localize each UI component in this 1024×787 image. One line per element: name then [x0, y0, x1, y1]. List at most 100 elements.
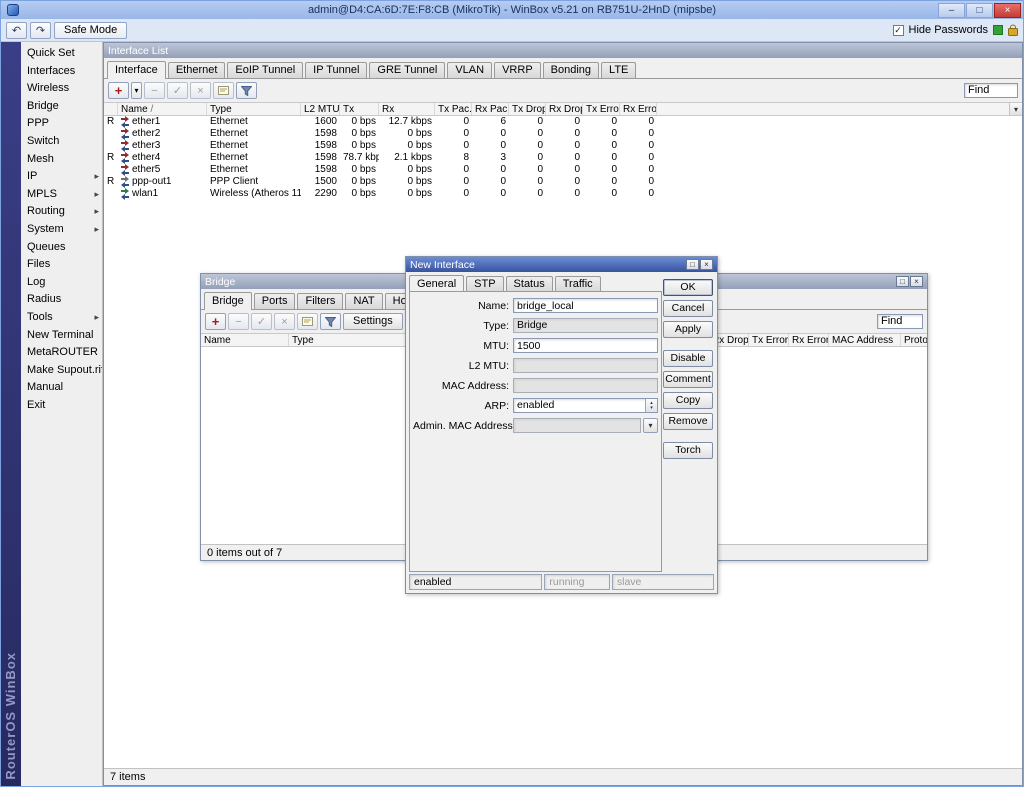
column-tx-packets[interactable]: Tx Pac... — [435, 103, 472, 115]
tab-vrrp[interactable]: VRRP — [494, 62, 541, 78]
sidebar-item-mesh[interactable]: Mesh — [21, 151, 102, 169]
tab-status[interactable]: Status — [506, 276, 553, 292]
comment-button[interactable] — [213, 82, 234, 99]
bridge-close-button[interactable]: × — [910, 276, 923, 287]
column-mac-address[interactable]: MAC Address — [829, 334, 901, 346]
tab-lte[interactable]: LTE — [601, 62, 636, 78]
cancel-button[interactable]: Cancel — [663, 300, 713, 317]
minimize-button[interactable]: – — [938, 3, 965, 18]
torch-button[interactable]: Torch — [663, 442, 713, 459]
sidebar-item-quick-set[interactable]: Quick Set — [21, 45, 102, 63]
table-row[interactable]: wlan1 Wireless (Atheros 11N) 2290 0 bps … — [104, 188, 1022, 200]
sidebar-item-radius[interactable]: Radius — [21, 291, 102, 309]
sidebar-item-metarouter[interactable]: MetaROUTER — [21, 344, 102, 362]
table-row[interactable]: R ether4 Ethernet 1598 78.7 kbps 2.1 kbp… — [104, 152, 1022, 164]
tab-bonding[interactable]: Bonding — [543, 62, 599, 78]
enable-button[interactable]: ✓ — [167, 82, 188, 99]
dialog-close-button[interactable]: × — [700, 259, 713, 270]
sidebar-item-tools[interactable]: Tools▸ — [21, 309, 102, 327]
comment-button[interactable]: Comment — [663, 371, 713, 388]
sidebar-item-files[interactable]: Files — [21, 256, 102, 274]
bridge-remove-button[interactable]: − — [228, 313, 249, 330]
sidebar-item-bridge[interactable]: Bridge — [21, 98, 102, 116]
apply-button[interactable]: Apply — [663, 321, 713, 338]
table-row[interactable]: R ether1 Ethernet 1600 0 bps 12.7 kbps 0… — [104, 116, 1022, 128]
undo-button[interactable]: ↶ — [6, 22, 27, 39]
column-tx-errors[interactable]: Tx Errors — [749, 334, 789, 346]
sidebar-item-queues[interactable]: Queues — [21, 239, 102, 257]
tab-filters[interactable]: Filters — [297, 293, 343, 309]
bridge-comment-button[interactable] — [297, 313, 318, 330]
tab-gre-tunnel[interactable]: GRE Tunnel — [369, 62, 445, 78]
tab-traffic[interactable]: Traffic — [555, 276, 601, 292]
maximize-button[interactable]: □ — [966, 3, 993, 18]
disable-button[interactable]: × — [190, 82, 211, 99]
bridge-maximize-button[interactable]: □ — [896, 276, 909, 287]
filter-button[interactable] — [236, 82, 257, 99]
sidebar-item-ip[interactable]: IP▸ — [21, 168, 102, 186]
tab-vlan[interactable]: VLAN — [447, 62, 492, 78]
copy-button[interactable]: Copy — [663, 392, 713, 409]
bridge-enable-button[interactable]: ✓ — [251, 313, 272, 330]
sidebar-item-log[interactable]: Log — [21, 274, 102, 292]
sidebar-item-mpls[interactable]: MPLS▸ — [21, 186, 102, 204]
interface-list-titlebar[interactable]: Interface List — [104, 43, 1022, 58]
column-rx-errors[interactable]: Rx Errors — [620, 103, 657, 115]
dialog-restore-button[interactable]: □ — [686, 259, 699, 270]
add-button[interactable]: + — [108, 82, 129, 99]
find-box[interactable]: Find — [964, 83, 1018, 98]
column-name[interactable]: Name — [201, 334, 289, 346]
tab-eoip-tunnel[interactable]: EoIP Tunnel — [227, 62, 303, 78]
column-rx-drops[interactable]: Rx Drops — [546, 103, 583, 115]
add-dropdown-button[interactable]: ▾ — [131, 82, 142, 99]
bridge-settings-button[interactable]: Settings — [343, 313, 403, 330]
tab-bridge[interactable]: Bridge — [204, 292, 252, 310]
column-selector-button[interactable]: ▾ — [1009, 103, 1022, 115]
column-rx-packets[interactable]: Rx Pac... — [472, 103, 509, 115]
sidebar-item-routing[interactable]: Routing▸ — [21, 203, 102, 221]
column-rx-errors[interactable]: Rx Errors — [789, 334, 829, 346]
remove-button[interactable]: Remove — [663, 413, 713, 430]
column-tx-errors[interactable]: Tx Errors — [583, 103, 620, 115]
bridge-filter-button[interactable] — [320, 313, 341, 330]
tab-ip-tunnel[interactable]: IP Tunnel — [305, 62, 367, 78]
sidebar-item-wireless[interactable]: Wireless — [21, 80, 102, 98]
column-protocol[interactable]: Protoco... — [901, 334, 927, 346]
table-row[interactable]: ether2 Ethernet 1598 0 bps 0 bps 0 0 0 0… — [104, 128, 1022, 140]
dialog-titlebar[interactable]: New Interface □ × — [406, 257, 717, 272]
column-tx[interactable]: Tx — [340, 103, 379, 115]
table-row[interactable]: ether5 Ethernet 1598 0 bps 0 bps 0 0 0 0… — [104, 164, 1022, 176]
sidebar-item-exit[interactable]: Exit — [21, 397, 102, 415]
column-flag[interactable] — [104, 103, 118, 115]
bridge-disable-button[interactable]: × — [274, 313, 295, 330]
bridge-find-box[interactable]: Find — [877, 314, 923, 329]
column-l2mtu[interactable]: L2 MTU — [301, 103, 340, 115]
sidebar-item-new-terminal[interactable]: New Terminal — [21, 327, 102, 345]
name-input[interactable] — [513, 298, 658, 313]
column-type[interactable]: Type — [207, 103, 301, 115]
tab-nat[interactable]: NAT — [345, 293, 382, 309]
sidebar-item-ppp[interactable]: PPP — [21, 115, 102, 133]
sidebar-item-manual[interactable]: Manual — [21, 379, 102, 397]
spinner-buttons[interactable]: ▴▾ — [645, 399, 657, 412]
tab-stp[interactable]: STP — [466, 276, 503, 292]
admin-mac-dropdown-button[interactable]: ▾ — [643, 418, 658, 433]
close-button[interactable]: × — [994, 3, 1021, 18]
sidebar-item-switch[interactable]: Switch — [21, 133, 102, 151]
column-name[interactable]: Name / — [118, 103, 207, 115]
table-row[interactable]: R ppp-out1 PPP Client 1500 0 bps 0 bps 0… — [104, 176, 1022, 188]
ok-button[interactable]: OK — [663, 279, 713, 296]
hide-passwords-checkbox[interactable]: ✓ — [893, 25, 904, 36]
tab-ports[interactable]: Ports — [254, 293, 296, 309]
bridge-add-button[interactable]: + — [205, 313, 226, 330]
sidebar-item-interfaces[interactable]: Interfaces — [21, 63, 102, 81]
table-row[interactable]: ether3 Ethernet 1598 0 bps 0 bps 0 0 0 0… — [104, 140, 1022, 152]
remove-button[interactable]: − — [144, 82, 165, 99]
safe-mode-button[interactable]: Safe Mode — [54, 22, 127, 39]
column-tx-drops[interactable]: Tx Drops — [509, 103, 546, 115]
main-titlebar[interactable]: admin@D4:CA:6D:7E:F8:CB (MikroTik) - Win… — [1, 1, 1023, 19]
disable-button[interactable]: Disable — [663, 350, 713, 367]
redo-button[interactable]: ↷ — [30, 22, 51, 39]
sidebar-item-system[interactable]: System▸ — [21, 221, 102, 239]
tab-ethernet[interactable]: Ethernet — [168, 62, 226, 78]
